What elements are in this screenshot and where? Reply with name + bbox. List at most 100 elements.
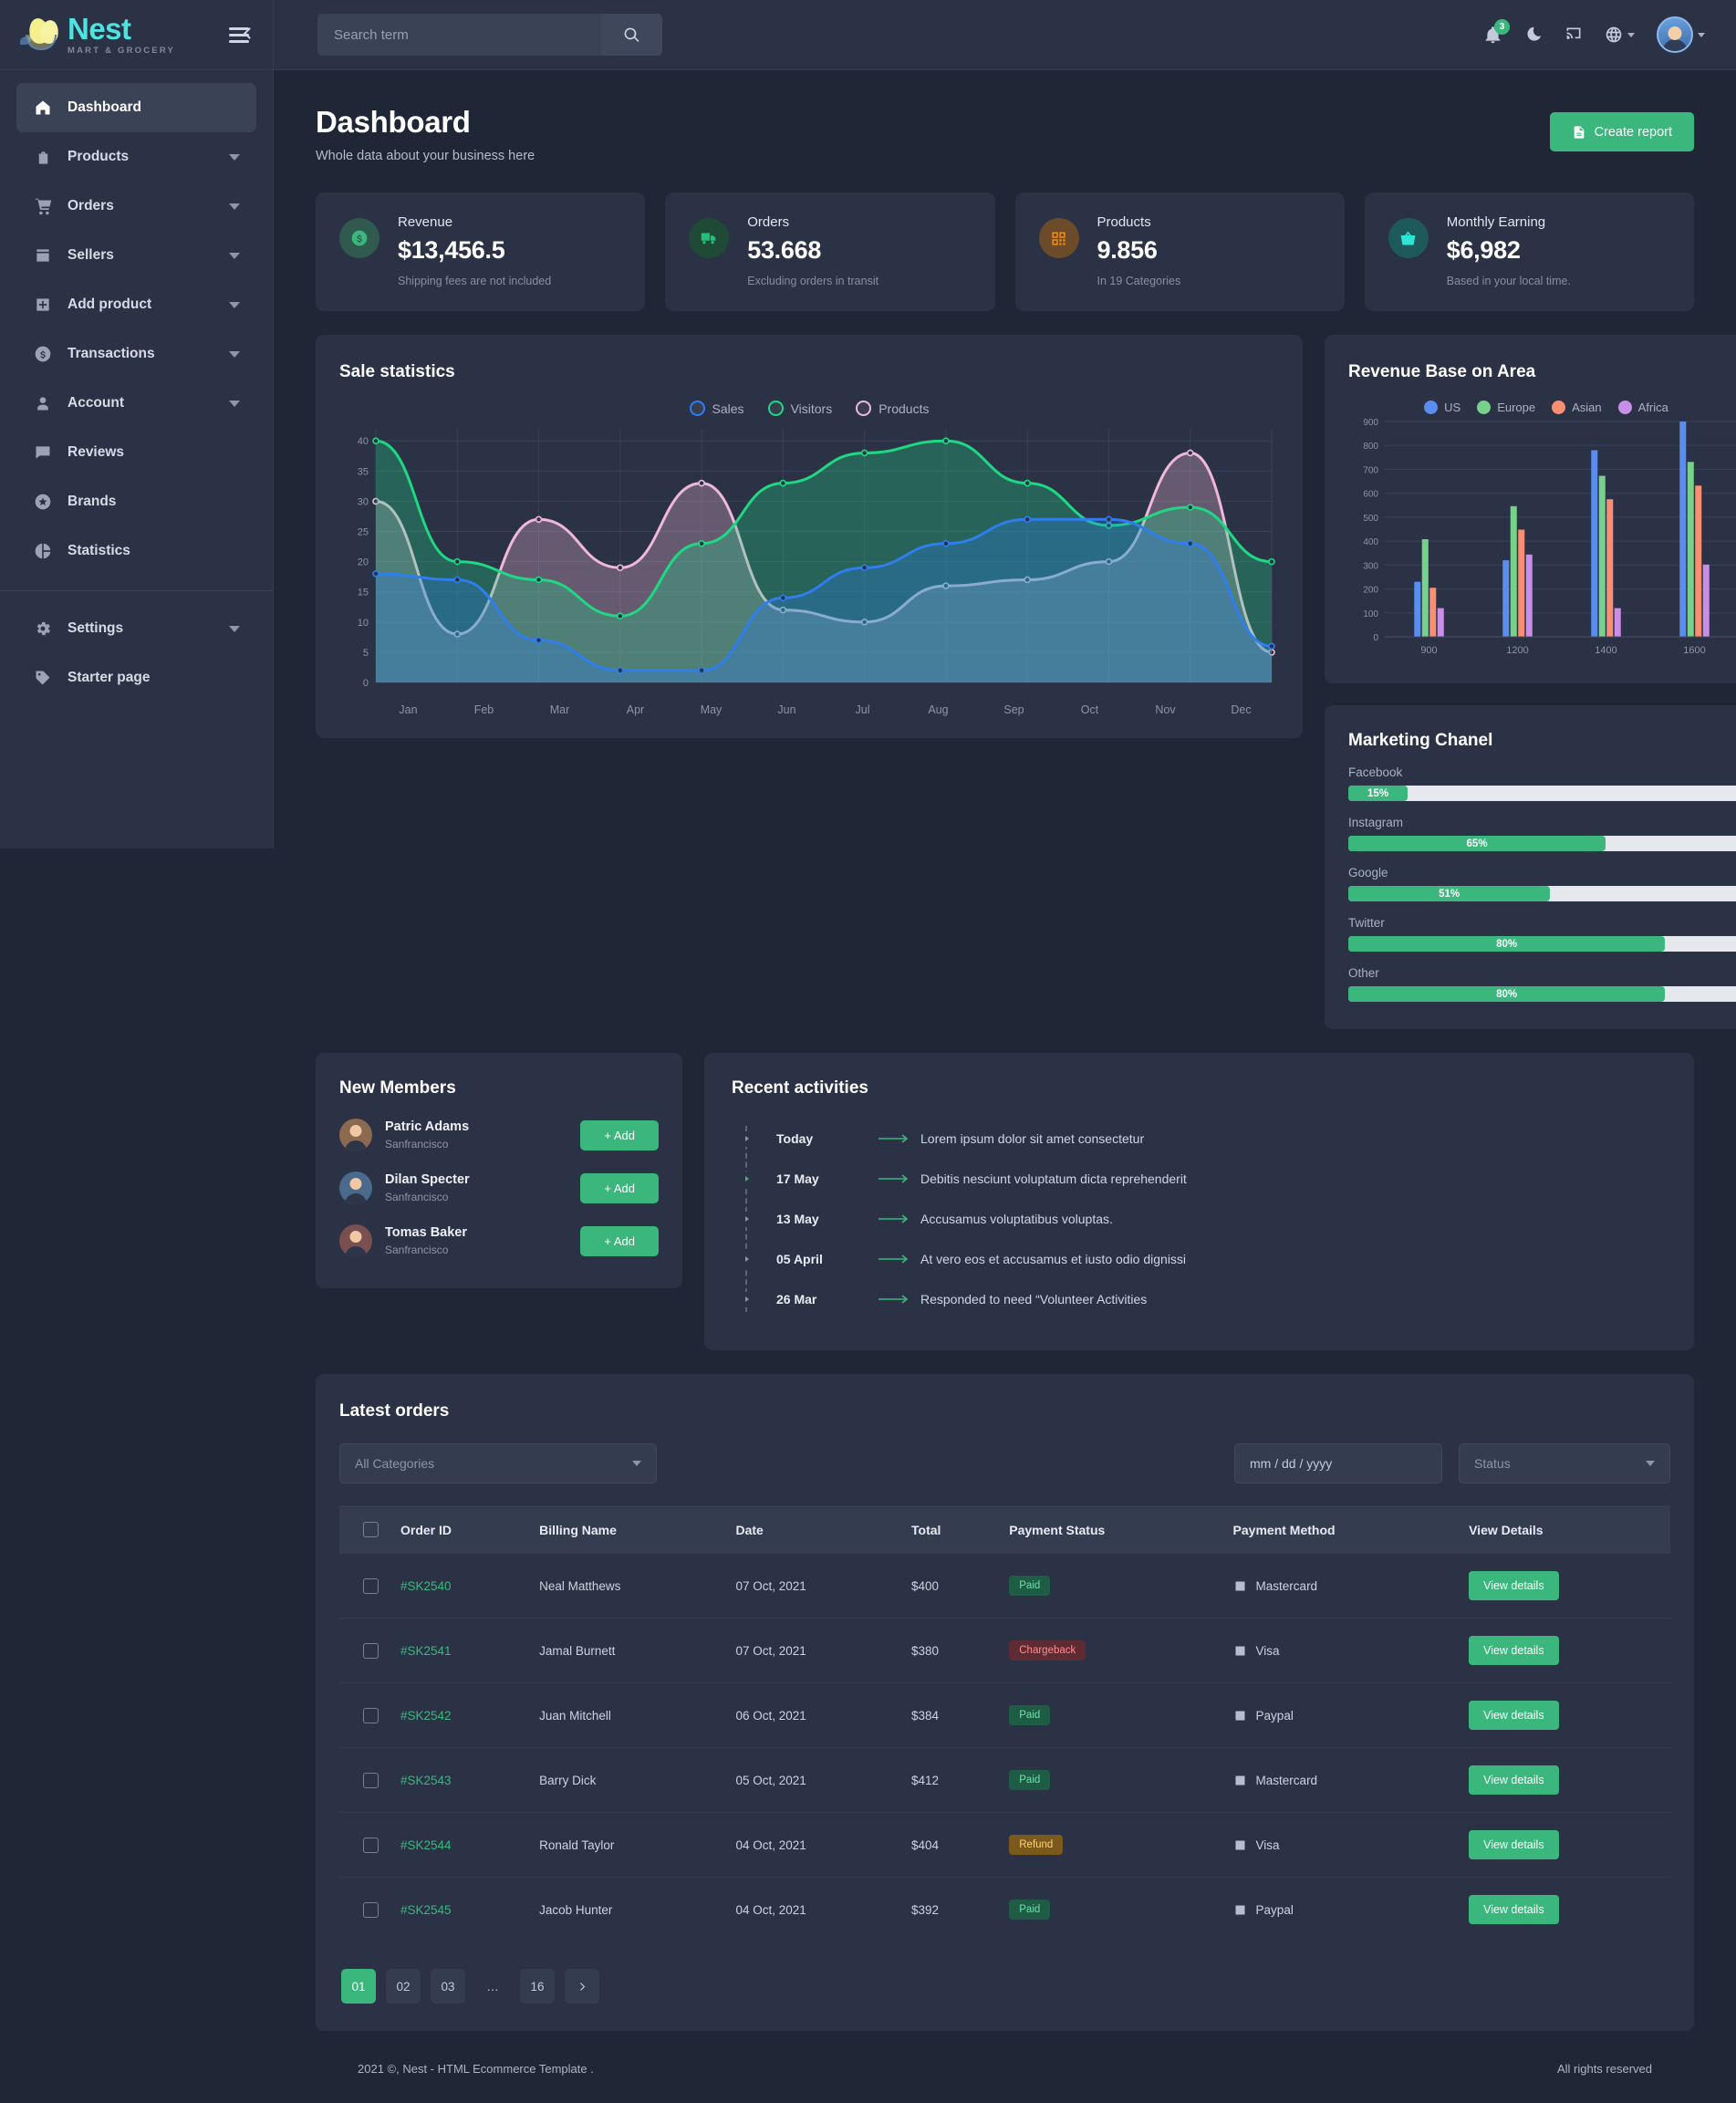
sidebar-item-products[interactable]: Products [16,132,256,182]
order-id-link[interactable]: #SK2545 [400,1903,452,1917]
search-input[interactable] [317,14,600,56]
chevron-right-icon [577,1981,588,1993]
view-details-button[interactable]: View details [1469,1636,1558,1665]
order-id-link[interactable]: #SK2544 [400,1838,452,1852]
payment-method-cell: Mastercard [1222,1748,1459,1813]
legend-europe[interactable]: Europe [1477,401,1535,414]
page-…[interactable]: … [475,1969,510,2004]
legend-visitors[interactable]: Visitors [768,401,833,416]
row-checkbox[interactable] [363,1643,379,1659]
activity-date: 05 April [776,1252,878,1266]
add-member-button[interactable]: + Add [580,1226,659,1256]
page-16[interactable]: 16 [520,1969,555,2004]
sidebar-item-add-product[interactable]: Add product [16,280,256,329]
total-cell: $400 [900,1554,998,1619]
recent-activities-card: Recent activities TodayLorem ipsum dolor… [704,1053,1694,1350]
col-payment-method: Payment Method [1222,1505,1459,1554]
select-all-checkbox[interactable] [363,1522,379,1537]
create-report-button[interactable]: Create report [1550,112,1694,151]
plus-square-icon [33,295,53,315]
row-checkbox[interactable] [363,1902,379,1918]
sidebar-item-transactions[interactable]: Transactions [16,329,256,379]
order-id-link[interactable]: #SK2540 [400,1579,452,1593]
stat-title: Orders [747,214,878,230]
sidebar-item-account[interactable]: Account [16,379,256,428]
date-cell: 04 Oct, 2021 [724,1878,900,1942]
sidebar-item-sellers[interactable]: Sellers [16,231,256,280]
language-button[interactable] [1605,26,1635,44]
page-02[interactable]: 02 [386,1969,421,2004]
sidebar-item-orders[interactable]: Orders [16,182,256,231]
legend-us[interactable]: US [1424,401,1461,414]
sidebar-item-reviews[interactable]: Reviews [16,428,256,477]
view-details-button[interactable]: View details [1469,1571,1558,1600]
payment-method-cell: Visa [1222,1619,1459,1683]
row-checkbox[interactable] [363,1578,379,1594]
legend-africa[interactable]: Africa [1618,401,1668,414]
arrow-right-icon [878,1134,920,1143]
marketing-row: Instagram65% [1348,816,1736,851]
basket-icon [1388,218,1429,258]
legend-sales[interactable]: Sales [690,401,744,416]
page-01[interactable]: 01 [341,1969,376,2004]
view-details-button[interactable]: View details [1469,1765,1558,1795]
sidebar-item-brands[interactable]: Brands [16,477,256,526]
add-member-button[interactable]: + Add [580,1173,659,1203]
avatar [339,1119,372,1151]
category-filter-select[interactable]: All Categories [339,1443,657,1484]
status-badge: Refund [1009,1835,1063,1855]
svg-text:40: 40 [358,436,369,447]
status-filter-select[interactable]: Status [1459,1443,1670,1484]
date-cell: 06 Oct, 2021 [724,1683,900,1748]
add-member-button[interactable]: + Add [580,1120,659,1150]
table-row: #SK2541Jamal Burnett07 Oct, 2021$380Char… [339,1619,1670,1683]
view-details-button[interactable]: View details [1469,1895,1558,1924]
sidebar-item-dashboard[interactable]: Dashboard [16,83,256,132]
order-id-link[interactable]: #SK2543 [400,1774,452,1787]
page-03[interactable]: 03 [431,1969,465,2004]
marketing-progress-track: 51% [1348,886,1736,901]
date-filter-input[interactable]: mm / dd / yyyy [1234,1443,1442,1484]
notifications-button[interactable]: 3 [1483,26,1502,45]
marketing-rows: Facebook15%Instagram65%Google51%Twitter8… [1348,765,1736,1002]
sidebar-item-label: Statistics [68,543,130,559]
row-checkbox[interactable] [363,1773,379,1788]
line-chart-x-axis: JanFebMarAprMayJunJulAugSepOctNovDec [339,703,1279,716]
member-name: Dilan Specter [385,1172,470,1187]
brand-logo[interactable]: Nest MART & GROCERY [20,14,175,56]
user-menu[interactable] [1657,16,1705,53]
sidebar-item-settings[interactable]: Settings [16,604,256,653]
dark-mode-button[interactable] [1524,26,1543,44]
order-id-link[interactable]: #SK2542 [400,1709,452,1723]
next-page-button[interactable] [565,1969,599,2004]
qr-icon [1039,218,1079,258]
legend-products[interactable]: Products [856,401,929,416]
sidebar-item-starter-page[interactable]: Starter page [16,653,256,703]
revenue-area-card: Revenue Base on Area US Europe Asian Afr… [1325,335,1736,683]
payment-method-label: Mastercard [1256,1579,1318,1593]
row-checkbox[interactable] [363,1838,379,1853]
search-button[interactable] [600,14,662,56]
row-checkbox[interactable] [363,1708,379,1723]
right-column: Revenue Base on Area US Europe Asian Afr… [1325,335,1736,1029]
billing-name-cell: Juan Mitchell [528,1683,724,1748]
legend-asian[interactable]: Asian [1552,401,1602,414]
activity-date: Today [776,1131,878,1146]
stat-note: Shipping fees are not included [398,275,551,287]
row-select-cell [339,1748,390,1813]
sidebar-collapse-icon[interactable] [229,26,253,44]
view-details-button[interactable]: View details [1469,1830,1558,1859]
sidebar-item-statistics[interactable]: Statistics [16,526,256,576]
marketing-label: Other [1348,966,1736,980]
legend-label: Sales [712,401,744,416]
marketing-progress-fill: 15% [1348,786,1408,801]
marketing-label: Instagram [1348,816,1736,829]
home-icon [33,98,53,118]
order-id-link[interactable]: #SK2541 [400,1644,452,1658]
view-details-cell: View details [1458,1554,1670,1619]
cast-button[interactable] [1564,26,1583,44]
view-details-button[interactable]: View details [1469,1701,1558,1730]
charts-row: Sale statistics Sales Visitors Products … [316,335,1694,1029]
x-tick-label: Oct [1052,703,1128,716]
billing-name-cell: Neal Matthews [528,1554,724,1619]
